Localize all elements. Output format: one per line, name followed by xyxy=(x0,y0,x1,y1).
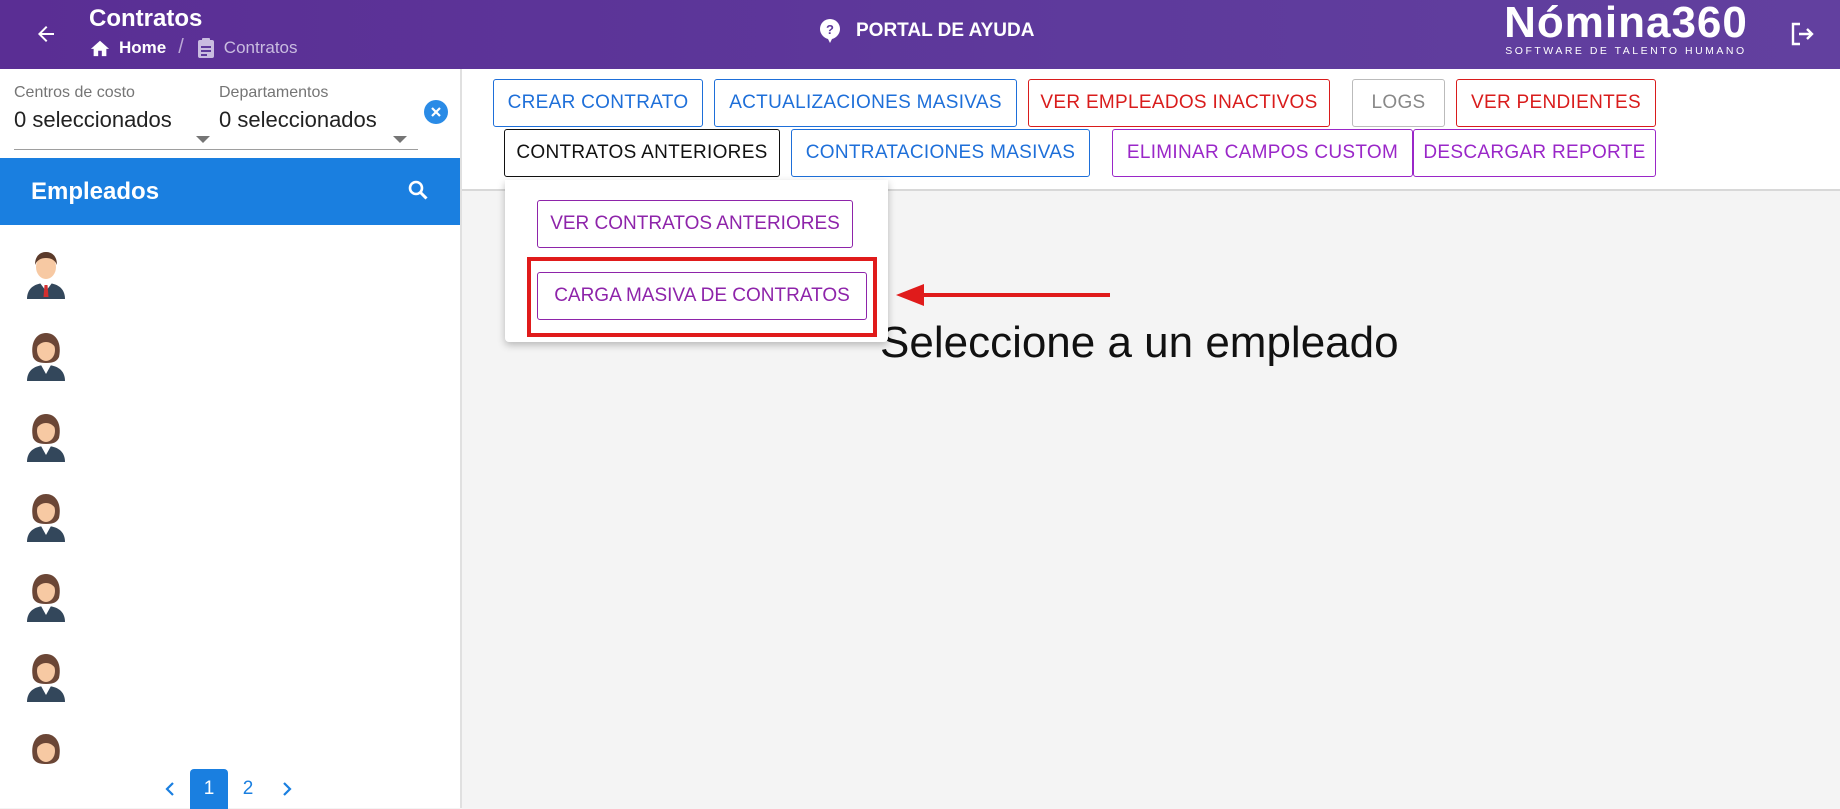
previous-contracts-button[interactable]: CONTRATOS ANTERIORES xyxy=(504,129,780,177)
chevron-down-icon[interactable] xyxy=(393,136,407,143)
employee-avatar[interactable] xyxy=(23,568,69,622)
pending-button[interactable]: VER PENDIENTES xyxy=(1456,79,1656,127)
view-previous-contracts-item[interactable]: VER CONTRATOS ANTERIORES xyxy=(537,200,853,248)
logout-icon[interactable] xyxy=(1786,18,1818,50)
pointer-arrow-icon xyxy=(896,284,1110,306)
chevron-down-icon[interactable] xyxy=(196,136,210,143)
logs-button[interactable]: LOGS xyxy=(1352,79,1445,127)
breadcrumb-home[interactable]: Home xyxy=(119,38,166,58)
app-header: Contratos Home / Contratos ? PORTAL DE A… xyxy=(0,0,1840,69)
mass-hiring-button[interactable]: CONTRATACIONES MASIVAS xyxy=(791,129,1090,177)
delete-custom-fields-button[interactable]: ELIMINAR CAMPOS CUSTOM xyxy=(1112,129,1413,177)
bulk-updates-button[interactable]: ACTUALIZACIONES MASIVAS xyxy=(714,79,1017,127)
svg-text:?: ? xyxy=(826,22,834,37)
department-filter[interactable]: Departamentos 0 seleccionados xyxy=(219,84,417,143)
page-button-2[interactable]: 2 xyxy=(229,769,267,809)
department-value[interactable]: 0 seleccionados xyxy=(219,107,417,133)
employees-header: Empleados xyxy=(0,158,460,225)
brand-name: Nómina360 xyxy=(1504,0,1748,47)
chevron-right-icon[interactable] xyxy=(268,769,306,809)
pagination: 1 2 xyxy=(0,769,460,809)
filter-divider xyxy=(14,149,418,150)
employee-avatar[interactable] xyxy=(23,648,69,702)
create-contract-button[interactable]: CREAR CONTRATO xyxy=(493,79,703,127)
breadcrumb-separator: / xyxy=(178,36,184,58)
help-portal-link[interactable]: ? PORTAL DE AYUDA xyxy=(818,18,1034,44)
employee-avatar[interactable] xyxy=(23,488,69,542)
employee-sidebar: Centros de costo 0 seleccionados Departa… xyxy=(0,69,462,809)
employees-title: Empleados xyxy=(31,178,160,205)
highlight-box xyxy=(527,257,877,337)
employee-avatar[interactable] xyxy=(23,245,69,299)
employee-avatar[interactable] xyxy=(23,408,69,462)
clipboard-icon xyxy=(197,37,214,58)
back-arrow-icon[interactable] xyxy=(30,18,62,50)
department-label: Departamentos xyxy=(219,84,329,101)
cost-center-label: Centros de costo xyxy=(14,84,135,101)
select-employee-message: Seleccione a un empleado xyxy=(880,318,1399,367)
clear-filters-icon[interactable] xyxy=(424,100,448,124)
cost-center-filter[interactable]: Centros de costo 0 seleccionados xyxy=(14,84,212,143)
brand-tagline: SOFTWARE DE TALENTO HUMANO xyxy=(1505,45,1747,57)
help-icon: ? xyxy=(820,19,840,43)
brand-logo: Nómina360 SOFTWARE DE TALENTO HUMANO xyxy=(1500,0,1752,57)
employee-avatar[interactable] xyxy=(23,327,69,381)
cost-center-value[interactable]: 0 seleccionados xyxy=(14,107,212,133)
breadcrumb-current: Contratos xyxy=(223,37,298,57)
inactive-employees-button[interactable]: VER EMPLEADOS INACTIVOS xyxy=(1028,79,1330,127)
search-icon[interactable] xyxy=(406,178,430,207)
page-button-1[interactable]: 1 xyxy=(190,769,228,809)
download-report-button[interactable]: DESCARGAR REPORTE xyxy=(1413,129,1656,177)
chevron-left-icon[interactable] xyxy=(151,769,189,809)
employee-avatar[interactable] xyxy=(23,728,69,766)
home-icon xyxy=(90,40,110,56)
breadcrumb: Home / Contratos xyxy=(89,36,298,59)
help-portal-label: PORTAL DE AYUDA xyxy=(856,20,1035,41)
page-title: Contratos xyxy=(89,5,203,32)
